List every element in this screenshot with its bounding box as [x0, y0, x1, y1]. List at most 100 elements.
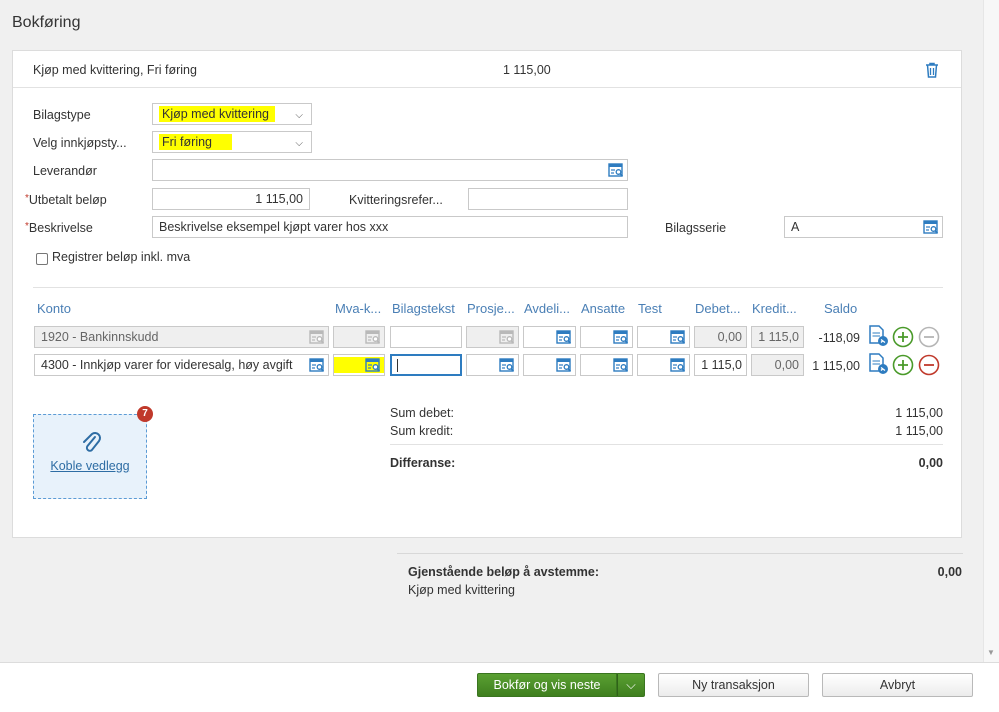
document-link-icon[interactable] — [868, 352, 890, 376]
scroll-down-icon[interactable]: ▼ — [983, 646, 999, 660]
row1-saldo: -118,09 — [818, 331, 860, 345]
row2-ansatte[interactable] — [580, 354, 633, 376]
attachment-count-badge: 7 — [137, 406, 153, 422]
col-test[interactable]: Test — [638, 301, 662, 316]
lookup-icon[interactable] — [309, 358, 325, 373]
lookup-icon[interactable] — [499, 358, 515, 373]
bilagsserie-label: Bilagsserie — [665, 221, 727, 235]
attachment-dropzone[interactable]: Koble vedlegg — [33, 414, 147, 499]
document-link-icon[interactable] — [868, 324, 890, 348]
registrer-label: Registrer beløp inkl. mva — [52, 250, 191, 264]
row1-mva — [333, 326, 385, 348]
utbetalt-label: *Utbetalt beløp — [25, 193, 107, 207]
utbetalt-input[interactable]: 1 115,00 — [152, 188, 310, 210]
chevron-down-icon: ⌵ — [295, 110, 303, 121]
add-row-icon[interactable] — [892, 354, 914, 376]
bilagstype-value: Kjøp med kvittering — [159, 106, 275, 122]
col-ansatte[interactable]: Ansatte — [581, 301, 625, 316]
kvittering-input[interactable] — [468, 188, 628, 210]
summary-divider — [390, 444, 943, 445]
sum-debet-value: 1 115,00 — [895, 406, 943, 420]
leverandor-input[interactable] — [152, 159, 628, 181]
row2-saldo: 1 115,00 — [812, 359, 860, 373]
row2-bilagstekst[interactable] — [390, 354, 462, 376]
new-transaction-button[interactable]: Ny transaksjon — [658, 673, 809, 697]
innkjopstype-select[interactable]: Fri føring ⌵ — [152, 131, 312, 153]
registrer-checkbox[interactable] — [36, 253, 48, 265]
bokfor-button[interactable]: Bokfør og vis neste — [477, 673, 617, 697]
remove-row-icon[interactable] — [918, 354, 940, 376]
row1-avdeling[interactable] — [523, 326, 576, 348]
lookup-icon[interactable] — [613, 330, 629, 345]
attach-link[interactable]: Koble vedlegg — [34, 459, 146, 473]
remaining-value: 0,00 — [937, 565, 962, 579]
col-bilagstekst[interactable]: Bilagstekst — [392, 301, 455, 316]
leverandor-label: Leverandør — [33, 164, 97, 178]
sum-kredit-label: Sum kredit: — [390, 424, 454, 438]
lookup-icon[interactable] — [613, 358, 629, 373]
lookup-icon[interactable] — [556, 358, 572, 373]
lookup-icon[interactable] — [608, 163, 624, 178]
remove-row-icon — [918, 326, 940, 348]
lookup-icon — [309, 330, 325, 345]
row1-test[interactable] — [637, 326, 690, 348]
transaction-card: Kjøp med kvittering, Fri føring 1 115,00… — [12, 50, 962, 538]
beskrivelse-label-text: Beskrivelse — [28, 221, 93, 235]
bilagsserie-value: A — [791, 220, 800, 234]
row2-debet[interactable]: 1 115,0 — [694, 354, 747, 376]
utbetalt-label-text: Utbetalt beløp — [28, 193, 107, 207]
col-avdeling[interactable]: Avdeli... — [524, 301, 570, 316]
page-title: Bokføring — [12, 14, 81, 31]
lookup-icon — [499, 330, 515, 345]
row1-prosjekt — [466, 326, 519, 348]
lookup-icon — [365, 330, 381, 345]
row1-konto[interactable]: 1920 - Bankinnskudd — [34, 326, 329, 348]
transaction-title: Kjøp med kvittering, Fri føring — [33, 63, 197, 77]
col-kredit[interactable]: Kredit... — [752, 301, 797, 316]
transaction-amount: 1 115,00 — [503, 63, 551, 77]
row1-konto-value: 1920 - Bankinnskudd — [41, 330, 159, 344]
col-konto[interactable]: Konto — [37, 301, 71, 316]
differanse-label: Differanse: — [390, 456, 456, 470]
col-saldo[interactable]: Saldo — [824, 301, 857, 316]
divider — [33, 287, 943, 288]
innkjopstype-value: Fri føring — [159, 134, 232, 150]
col-mva[interactable]: Mva-k... — [335, 301, 381, 316]
beskrivelse-input[interactable]: Beskrivelse eksempel kjøpt varer hos xxx — [152, 216, 628, 238]
remaining-divider — [397, 553, 963, 554]
cancel-button[interactable]: Avbryt — [822, 673, 973, 697]
remaining-sub: Kjøp med kvittering — [408, 583, 515, 597]
bilagsserie-input[interactable]: A — [784, 216, 943, 238]
col-prosjekt[interactable]: Prosje... — [467, 301, 515, 316]
row2-konto[interactable]: 4300 - Innkjøp varer for videresalg, høy… — [34, 354, 329, 376]
row2-prosjekt[interactable] — [466, 354, 519, 376]
chevron-down-icon: ⌵ — [295, 138, 303, 149]
sum-kredit-value: 1 115,00 — [895, 424, 943, 438]
add-row-icon[interactable] — [892, 326, 914, 348]
row1-ansatte[interactable] — [580, 326, 633, 348]
row2-avdeling[interactable] — [523, 354, 576, 376]
remaining-label: Gjenstående beløp å avstemme: — [408, 565, 600, 579]
bilagstype-select[interactable]: Kjøp med kvittering ⌵ — [152, 103, 312, 125]
vertical-scrollbar[interactable] — [983, 0, 999, 662]
trash-icon[interactable] — [923, 61, 941, 79]
text-cursor — [397, 359, 398, 373]
col-debet[interactable]: Debet... — [695, 301, 741, 316]
lookup-icon[interactable] — [556, 330, 572, 345]
row1-kredit: 1 115,0 — [751, 326, 804, 348]
lookup-icon[interactable] — [670, 330, 686, 345]
differanse-value: 0,00 — [918, 456, 943, 470]
lookup-icon[interactable] — [670, 358, 686, 373]
lookup-icon[interactable] — [923, 220, 939, 235]
transaction-header: Kjøp med kvittering, Fri føring 1 115,00 — [13, 51, 961, 88]
row1-bilagstekst[interactable] — [390, 326, 462, 348]
bilagstype-label: Bilagstype — [33, 108, 91, 122]
row2-kredit: 0,00 — [751, 354, 804, 376]
bokfor-dropdown-button[interactable]: ⌵ — [617, 673, 645, 697]
lookup-icon[interactable] — [365, 358, 381, 373]
sum-debet-label: Sum debet: — [390, 406, 454, 420]
row2-mva[interactable] — [333, 354, 385, 376]
row2-konto-value: 4300 - Innkjøp varer for videresalg, høy… — [41, 358, 293, 372]
paperclip-icon — [83, 432, 101, 452]
row2-test[interactable] — [637, 354, 690, 376]
